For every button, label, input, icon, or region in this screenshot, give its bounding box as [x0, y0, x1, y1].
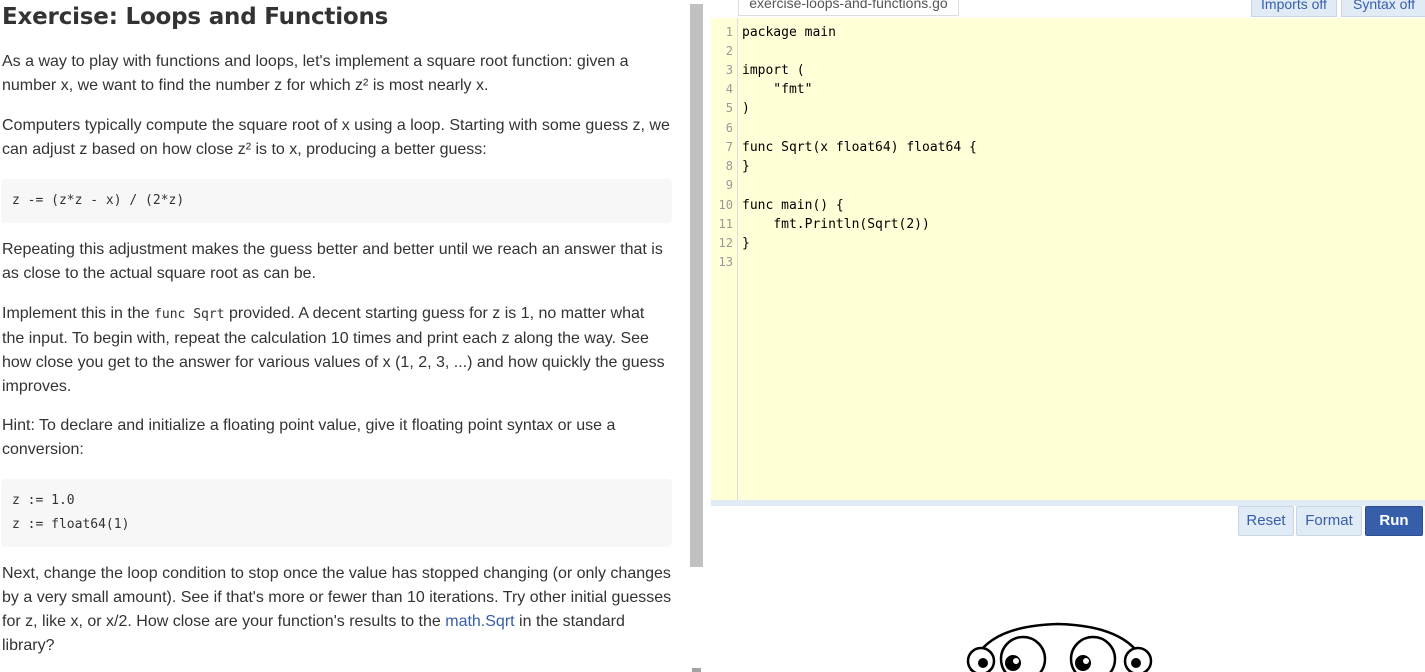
text-line: can adjust z based on how close z² is to… — [2, 141, 487, 158]
line-number: 8 — [725, 159, 733, 173]
text-line: number x, we want to find the number z f… — [2, 77, 489, 94]
line-number: 11 — [718, 217, 733, 231]
code-line: z := 1.0 — [12, 493, 75, 508]
line-number: 5 — [725, 101, 733, 115]
text-line: improves. — [2, 378, 72, 395]
paragraph-computers: Computers typically compute the square r… — [2, 114, 674, 162]
gopher-mascot-icon — [966, 622, 1153, 672]
line-number-gutter: 1 2 3 4 5 6 7 8 9 10 11 12 13 — [711, 18, 738, 500]
math-sqrt-link[interactable]: math.Sqrt — [445, 613, 514, 630]
code-editor[interactable]: 1 2 3 4 5 6 7 8 9 10 11 12 13 package ma… — [711, 18, 1425, 500]
text-line: Implement this in the — [2, 305, 155, 322]
run-button[interactable]: Run — [1365, 506, 1423, 536]
code-block-declare: z := 1.0 z := float64(1) — [1, 479, 672, 547]
text-line: for z, like x, or x/2. How close are you… — [2, 613, 446, 630]
code-line[interactable]: func main() { — [742, 196, 844, 215]
output-pane — [711, 536, 1425, 672]
paragraph-intro: As a way to play with functions and loop… — [2, 50, 674, 98]
scrollbar-thumb[interactable] — [690, 4, 703, 567]
text-line: Next, change the loop condition to stop … — [2, 565, 671, 582]
text-line: Computers typically compute the square r… — [2, 117, 670, 134]
file-tab[interactable]: exercise-loops-and-functions.go — [738, 0, 959, 16]
code-line[interactable]: fmt.Println(Sqrt(2)) — [742, 215, 930, 234]
code-line[interactable]: } — [742, 234, 750, 253]
text-line: library? — [2, 637, 55, 654]
line-number: 10 — [718, 198, 733, 212]
line-number: 6 — [725, 121, 733, 135]
line-number: 13 — [718, 255, 733, 269]
code-block-formula: z -= (z*z - x) / (2*z) — [1, 179, 672, 223]
code-line[interactable]: ) — [742, 99, 750, 118]
paragraph-repeating: Repeating this adjustment makes the gues… — [2, 238, 674, 286]
line-number: 2 — [725, 44, 733, 58]
reset-button[interactable]: Reset — [1238, 506, 1294, 536]
paragraph-next: Next, change the loop condition to stop … — [2, 562, 674, 658]
text-line: by a very small amount). See if that's m… — [2, 589, 672, 606]
scroll-down-arrow-icon[interactable] — [692, 668, 701, 672]
format-button[interactable]: Format — [1296, 506, 1362, 536]
text-line: how close you get to the answer for vari… — [2, 354, 665, 371]
code-line: z := float64(1) — [12, 517, 130, 532]
text-line: Repeating this adjustment makes the gues… — [2, 241, 663, 258]
tour-page: Exercise: Loops and Functions As a way t… — [0, 0, 1425, 672]
line-number: 9 — [725, 178, 733, 192]
page-title: Exercise: Loops and Functions — [2, 4, 389, 30]
code-line[interactable]: "fmt" — [742, 80, 812, 99]
text-line: conversion: — [2, 441, 84, 458]
line-number: 1 — [725, 25, 733, 39]
code-line[interactable]: import ( — [742, 61, 805, 80]
text-line: provided. A decent starting guess for z … — [224, 305, 645, 322]
line-number: 4 — [725, 82, 733, 96]
code-line[interactable]: func Sqrt(x float64) float64 { — [742, 138, 977, 157]
paragraph-implement: Implement this in the func Sqrt provided… — [2, 302, 674, 399]
paragraph-hint: Hint: To declare and initialize a floati… — [2, 414, 674, 462]
lesson-pane: Exercise: Loops and Functions As a way t… — [0, 0, 688, 672]
imports-toggle-button[interactable]: Imports off — [1251, 0, 1337, 17]
text-line: the input. To begin with, repeat the cal… — [2, 330, 649, 347]
text-line: Hint: To declare and initialize a floati… — [2, 417, 616, 434]
code-line: z -= (z*z - x) / (2*z) — [12, 193, 185, 208]
lesson-scrollbar[interactable] — [689, 0, 704, 672]
code-line[interactable]: } — [742, 157, 750, 176]
code-line[interactable]: package main — [742, 23, 836, 42]
text-line: As a way to play with functions and loop… — [2, 53, 629, 70]
line-number: 3 — [725, 63, 733, 77]
inline-code: func Sqrt — [154, 307, 225, 322]
line-number: 12 — [718, 236, 733, 250]
syntax-toggle-button[interactable]: Syntax off — [1341, 0, 1425, 17]
line-number: 7 — [725, 140, 733, 154]
text-line: in the standard — [514, 613, 625, 630]
text-line: as close to the actual square root as ca… — [2, 265, 316, 282]
editor-controls: Reset Format Run — [711, 506, 1425, 536]
